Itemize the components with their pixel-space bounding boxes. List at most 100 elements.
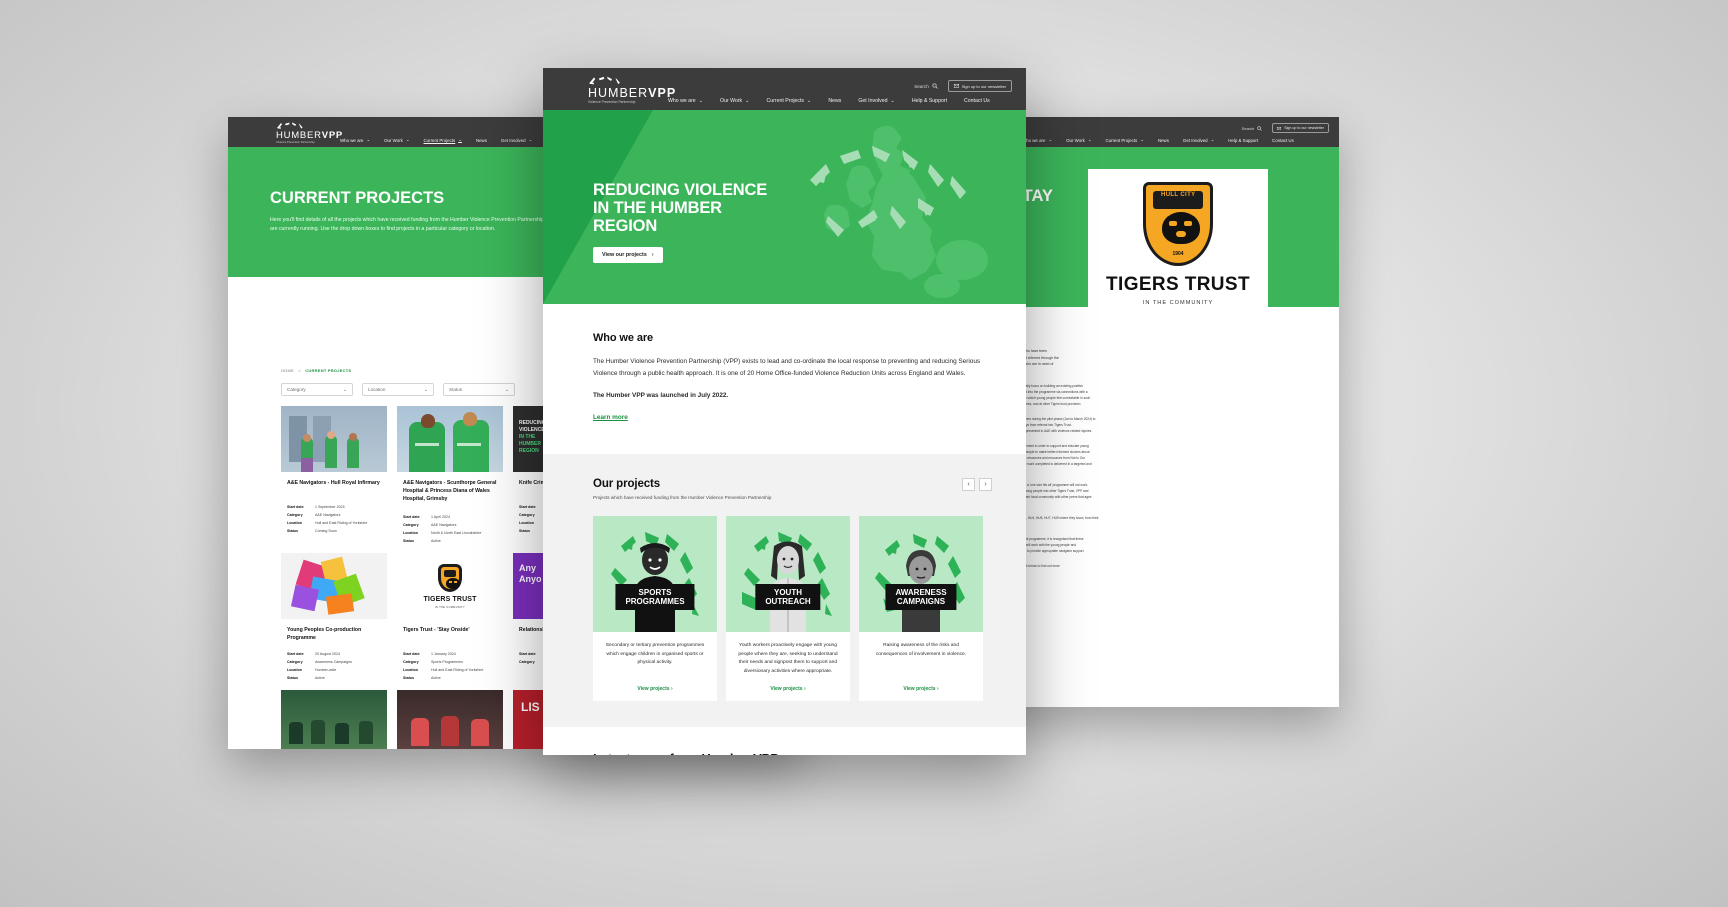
chevron-down-icon: ⌄: [698, 98, 704, 104]
project-card[interactable]: A&E Navigators - Hull Royal Infirmary St…: [281, 406, 387, 543]
who-we-are-section: Who we are The Humber Violence Preventio…: [543, 304, 1026, 454]
project-card-awareness-campaigns[interactable]: AWARENESS CAMPAIGNS Raising awareness of…: [859, 516, 983, 701]
nav-item-help-support[interactable]: Help & Support: [912, 98, 947, 104]
nav-item-our-work[interactable]: Our Work ⌄: [720, 98, 749, 104]
project-card-description: Raising awareness of the risks and conse…: [875, 643, 967, 657]
nav-item-current-projects[interactable]: Current Projects ⌄: [1106, 137, 1144, 143]
latest-news-heading: Latest news from Humber VPP: [593, 751, 992, 755]
view-projects-link[interactable]: View projects ›: [868, 686, 974, 692]
project-meta-location: Location Hull and East Riding of Yorkshi…: [403, 668, 484, 672]
window-homepage[interactable]: HUMBERVPP Violence Prevention Partnershi…: [543, 68, 1026, 755]
nav-item-contact-us[interactable]: Contact Us: [964, 98, 990, 104]
nav-item-news[interactable]: News: [1158, 138, 1169, 143]
project-card-youth-outreach[interactable]: YOUTH OUTREACH Youth workers proactively…: [726, 516, 850, 701]
search-icon: [1257, 125, 1263, 131]
project-meta-status: Status Active: [403, 676, 441, 680]
filter-select-status[interactable]: Status ⌄: [443, 383, 515, 396]
brand-wordmark: HUMBERVPP: [276, 130, 344, 141]
brand-logo-back-left[interactable]: HUMBERVPP Violence Prevention Partnershi…: [276, 122, 343, 145]
tigers-wordmark: TIGERS TRUST: [1106, 274, 1250, 295]
nav-item-get-involved[interactable]: Get Involved ⌄: [1183, 137, 1214, 143]
our-projects-section: Our projects Projects which have receive…: [543, 454, 1026, 727]
nav-item-contact-us[interactable]: Contact Us: [1272, 138, 1294, 143]
nav-item-help-support[interactable]: Help & Support: [1228, 138, 1258, 143]
tigers-subline: IN THE COMMUNITY: [1142, 300, 1214, 306]
arrows-logo-icon: [277, 122, 303, 129]
carousel-next-button[interactable]: ›: [979, 478, 992, 491]
chevron-down-icon: ⌄: [890, 98, 895, 104]
nav-item-who-we-are[interactable]: Who we are ⌄: [340, 137, 370, 143]
project-meta-status: Status Active: [287, 676, 325, 680]
newsletter-signup-button-homepage[interactable]: Sign up to our newsletter: [947, 80, 1012, 92]
envelope-icon: [953, 84, 959, 88]
tigers-subline: IN THE COMMUNITY: [434, 605, 466, 609]
chevron-right-icon: ›: [936, 686, 939, 692]
nav-item-our-work[interactable]: Our Work ⌄: [384, 137, 409, 143]
project-card-title: A&E Navigators - Hull Royal Infirmary: [287, 480, 380, 486]
search-control-back-right[interactable]: Search: [1242, 126, 1263, 131]
project-meta-start: Start date 1 April 2024: [403, 515, 450, 519]
project-card[interactable]: TIGERS TRUST IN THE COMMUNITY Tigers Tru…: [397, 553, 503, 680]
project-card-sports-programmes[interactable]: SPORTS PROGRAMMES Secondary or tertiary …: [593, 516, 717, 701]
project-card-image: AWARENESS CAMPAIGNS: [859, 516, 983, 632]
chevron-down-icon: ⌄: [1087, 137, 1092, 142]
nav-item-get-involved[interactable]: Get Involved ⌄: [501, 137, 532, 143]
view-projects-link[interactable]: View projects ›: [735, 686, 841, 692]
breadcrumb-separator: >: [298, 368, 301, 373]
page-intro-text: Here you'll find details of all the proj…: [270, 217, 555, 232]
tiger-crest-icon: [438, 563, 462, 592]
project-meta-start: Start date 1 January 2024: [403, 652, 456, 656]
project-meta-status: Status Active: [403, 539, 441, 543]
carousel-prev-button[interactable]: ‹: [962, 478, 975, 491]
chevron-down-icon: ⌄: [458, 137, 462, 142]
chevron-down-icon: ⌄: [1140, 137, 1144, 142]
hero-copy: REDUCING VIOLENCE IN THE HUMBER REGION V…: [593, 181, 767, 264]
chevron-down-icon: ⌄: [1048, 137, 1053, 142]
project-cards-carousel: SPORTS PROGRAMMES Secondary or tertiary …: [593, 516, 992, 701]
project-card[interactable]: A&E Navigators - Scunthorpe General Hosp…: [397, 406, 503, 543]
chevron-right-icon: ›: [651, 252, 654, 259]
nav-item-our-work[interactable]: Our Work ⌄: [1066, 137, 1091, 143]
view-our-projects-button[interactable]: View our projects ›: [593, 247, 663, 264]
nav-item-news[interactable]: News: [476, 138, 487, 143]
filter-select-category[interactable]: Category ⌄: [281, 383, 353, 396]
filter-select-location[interactable]: Location ⌄: [362, 383, 434, 396]
learn-more-link[interactable]: Learn more: [593, 414, 628, 421]
view-projects-link[interactable]: View projects ›: [602, 686, 708, 692]
chevron-down-icon: ⌄: [366, 137, 371, 142]
latest-news-section: Latest news from Humber VPP Keep up to d…: [543, 727, 1026, 755]
project-card-image: [281, 690, 387, 749]
search-icon: [932, 83, 938, 89]
tigers-trust-crest-block: HULL CITY 1904 TIGERS TRUST IN THE COMMU…: [1088, 169, 1268, 307]
chevron-down-icon: ⌄: [405, 137, 410, 142]
chevron-down-icon: ⌄: [528, 137, 533, 142]
project-meta-location: Location North & North East Lincolnshire: [403, 531, 482, 535]
chevron-down-icon: ⌄: [807, 98, 812, 104]
chevron-right-icon: ›: [670, 686, 673, 692]
project-meta-location: Location Hull and East Riding of Yorkshi…: [287, 521, 368, 525]
chevron-right-icon: ›: [803, 686, 806, 692]
brand-logo-homepage[interactable]: HUMBERVPP Violence Prevention Partnershi…: [588, 76, 676, 105]
nav-item-current-projects[interactable]: Current Projects ⌄: [767, 98, 812, 104]
newsletter-signup-button-back-right[interactable]: Sign up to our newsletter: [1272, 123, 1329, 133]
project-card-body: Secondary or tertiary prevention program…: [593, 632, 717, 701]
project-meta-start: Start date 20 August 2024: [287, 652, 340, 656]
arrows-logo-icon: [589, 76, 620, 85]
crest-club-name: HULL CITY: [1161, 192, 1196, 198]
tigers-wordmark: TIGERS TRUST: [423, 595, 477, 603]
nav-item-get-involved[interactable]: Get Involved ⌄: [858, 98, 894, 104]
project-card-description: Youth workers proactively engage with yo…: [738, 643, 838, 674]
project-card-body: Raising awareness of the risks and conse…: [859, 632, 983, 701]
project-card-body: Youth workers proactively engage with yo…: [726, 632, 850, 701]
chevron-down-icon: ⌄: [504, 386, 509, 393]
search-control-homepage[interactable]: Search: [914, 83, 938, 89]
nav-item-news[interactable]: News: [828, 98, 841, 104]
project-card-image: TIGERS TRUST IN THE COMMUNITY: [397, 553, 503, 619]
project-card-title: A&E Navigators - Scunthorpe General Hosp…: [403, 480, 497, 502]
project-card-tag: YOUTH OUTREACH: [755, 583, 821, 610]
our-projects-subheading: Projects which have received funding fro…: [593, 495, 772, 500]
nav-item-who-we-are[interactable]: Who we are ⌄: [1022, 137, 1052, 143]
breadcrumb-home[interactable]: HOME: [281, 368, 294, 373]
project-card[interactable]: Young Peoples Co-production Programme St…: [281, 553, 387, 680]
nav-item-current-projects[interactable]: Current Projects ⌄: [424, 137, 462, 143]
